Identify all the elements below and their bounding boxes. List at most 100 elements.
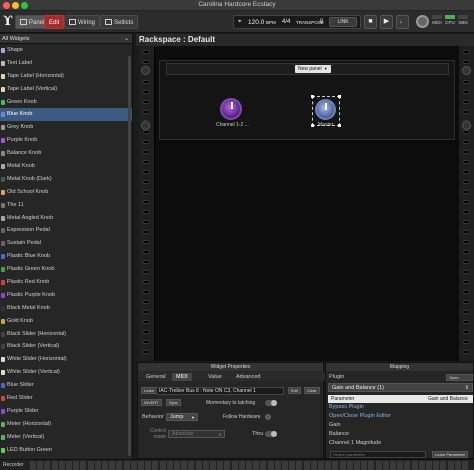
keyboard-key[interactable] xyxy=(274,461,282,470)
widget-list-item[interactable]: Gold Knob xyxy=(0,315,132,328)
keyboard-key[interactable] xyxy=(44,461,52,470)
keyboard-key[interactable] xyxy=(361,461,369,470)
widget-list-item[interactable]: Plastic Blue Knob xyxy=(0,250,132,263)
keyboard-key[interactable] xyxy=(462,461,469,470)
keyboard-key[interactable] xyxy=(382,461,390,470)
keyboard-key[interactable] xyxy=(289,461,297,470)
keyboard-key[interactable] xyxy=(130,461,138,470)
keyboard-key[interactable] xyxy=(123,461,131,470)
keyboard-key[interactable] xyxy=(310,461,318,470)
keyboard-key[interactable] xyxy=(346,461,354,470)
widget-list-item[interactable]: The 11 xyxy=(0,199,132,212)
master-knob[interactable] xyxy=(315,99,336,120)
edit-binding-button[interactable]: Edit xyxy=(288,387,301,394)
keyboard-key[interactable] xyxy=(354,461,361,470)
tab-value[interactable]: Value xyxy=(204,373,226,381)
keyboard-key[interactable] xyxy=(253,461,261,470)
keyboard-key[interactable] xyxy=(195,461,203,470)
widget-list-item[interactable]: Grey Knob xyxy=(0,121,132,134)
keyboard-key[interactable] xyxy=(58,461,66,470)
keyboard-key[interactable] xyxy=(188,461,196,470)
keyboard-key[interactable] xyxy=(152,461,160,470)
keyboard-key[interactable] xyxy=(260,461,268,470)
widget-list-item[interactable]: White Slider (Vertical) xyxy=(0,366,132,379)
keyboard-key[interactable] xyxy=(325,461,333,470)
keyboard-key[interactable] xyxy=(411,461,419,470)
keyboard-key[interactable] xyxy=(303,461,311,470)
time-signature[interactable]: 4/4 xyxy=(282,19,290,25)
widget-filter-dropdown[interactable]: All Widgets ⌄ xyxy=(0,34,132,44)
keyboard-key[interactable] xyxy=(145,461,153,470)
follow-hardware-radio[interactable] xyxy=(265,414,271,420)
midi-binding-field[interactable]: IAC-Treiber Bus 8 : Note ON C3, Channel … xyxy=(156,387,284,395)
play-icon[interactable]: ▶ xyxy=(380,15,393,29)
widget-list-item[interactable]: Purple Knob xyxy=(0,134,132,147)
widget-list-item[interactable]: Old School Knob xyxy=(0,186,132,199)
thru-toggle[interactable] xyxy=(265,431,277,437)
control-mode-select[interactable]: Absolute ▼ xyxy=(168,430,225,438)
keyboard-key[interactable] xyxy=(368,461,376,470)
keyboard-key[interactable] xyxy=(217,461,225,470)
widget-list-item[interactable]: Balance Knob xyxy=(0,147,132,160)
keyboard-key[interactable] xyxy=(159,461,167,470)
keyboard-key[interactable] xyxy=(138,461,145,470)
keyboard-key[interactable] xyxy=(73,461,81,470)
behavior-select[interactable]: Jump ▼ xyxy=(166,413,198,421)
widget-list-item[interactable]: Blue Slider xyxy=(0,379,132,392)
param-row[interactable]: Balance xyxy=(329,431,349,437)
tab-midi[interactable]: MIDI xyxy=(172,373,192,381)
keyboard-key[interactable] xyxy=(174,461,181,470)
widget-list-item[interactable]: Metal Angled Knob xyxy=(0,212,132,225)
new-panel-dropdown[interactable]: New panel ▼ xyxy=(295,65,331,73)
widget-list-item[interactable]: Tape Label (Horizontal) xyxy=(0,70,132,83)
keyboard-key[interactable] xyxy=(339,461,347,470)
momentary-toggle[interactable] xyxy=(265,400,277,406)
keyboard-key[interactable] xyxy=(87,461,95,470)
wiring-button[interactable]: Wiring xyxy=(64,15,101,29)
widget-list-item[interactable]: Green Knob xyxy=(0,96,132,109)
setlists-button[interactable]: Setlists xyxy=(100,15,139,29)
keyboard-key[interactable] xyxy=(231,461,239,470)
metronome-icon[interactable]: ♩ xyxy=(396,15,409,29)
tab-general[interactable]: General xyxy=(142,373,170,381)
keyboard-key[interactable] xyxy=(390,461,397,470)
rackspace-canvas[interactable]: New panel ▼ Channel 1-2 ... Master xyxy=(139,46,474,361)
keyboard-key[interactable] xyxy=(109,461,117,470)
keyboard-key[interactable] xyxy=(210,461,217,470)
widget-list-item[interactable]: Sustain Pedal xyxy=(0,237,132,250)
param-row[interactable]: Bypass Plugin xyxy=(329,404,364,410)
learn-button[interactable]: Learn xyxy=(141,387,158,394)
widget-list[interactable]: Shape Text Label Tape Label (Horizontal) Ta… xyxy=(0,44,132,459)
plugin-select[interactable]: Gain and Balance (1) ⇕ xyxy=(328,383,473,392)
widget-list-item[interactable]: Shape xyxy=(0,44,132,57)
widget-list-item[interactable]: Black Slider (Vertical) xyxy=(0,340,132,353)
edit-button[interactable]: Edit xyxy=(44,15,65,29)
widget-list-item[interactable]: White Slider (Horizontal) xyxy=(0,353,132,366)
widget-list-item[interactable]: Text Label xyxy=(0,57,132,70)
keyboard-key[interactable] xyxy=(30,461,37,470)
tempo-value[interactable]: 120.0 xyxy=(248,19,264,26)
widget-list-item[interactable]: Plastic Green Knob xyxy=(0,263,132,276)
widget-list-item[interactable]: Black Slider (Horizontal) xyxy=(0,328,132,341)
widget-list-item[interactable]: Meter (Vertical) xyxy=(0,431,132,444)
keyboard-key[interactable] xyxy=(296,461,304,470)
keyboard-key[interactable] xyxy=(418,461,426,470)
keyboard-key[interactable] xyxy=(116,461,124,470)
keyboard-key[interactable] xyxy=(166,461,174,470)
keyboard-key[interactable] xyxy=(224,461,232,470)
keyboard-key[interactable] xyxy=(51,461,59,470)
keyboard-key[interactable] xyxy=(282,461,289,470)
keyboard-key[interactable] xyxy=(397,461,405,470)
widget-list-item[interactable]: Red Slider xyxy=(0,392,132,405)
invert-button[interactable]: INVERT xyxy=(141,399,162,406)
keyboard-key[interactable] xyxy=(318,461,325,470)
keyboard-key[interactable] xyxy=(80,461,88,470)
widget-list-item[interactable]: Tape Label (Vertical) xyxy=(0,83,132,96)
widget-list-item[interactable]: Meter (Horizontal) xyxy=(0,418,132,431)
transpose-value[interactable]: 0 xyxy=(320,19,323,25)
widget-list-item[interactable]: Plastic Purple Knob xyxy=(0,289,132,302)
keyboard-key[interactable] xyxy=(447,461,455,470)
keyboard-key[interactable] xyxy=(454,461,462,470)
widget-list-item[interactable]: Expression Pedal xyxy=(0,224,132,237)
tab-advanced[interactable]: Advanced xyxy=(232,373,264,381)
